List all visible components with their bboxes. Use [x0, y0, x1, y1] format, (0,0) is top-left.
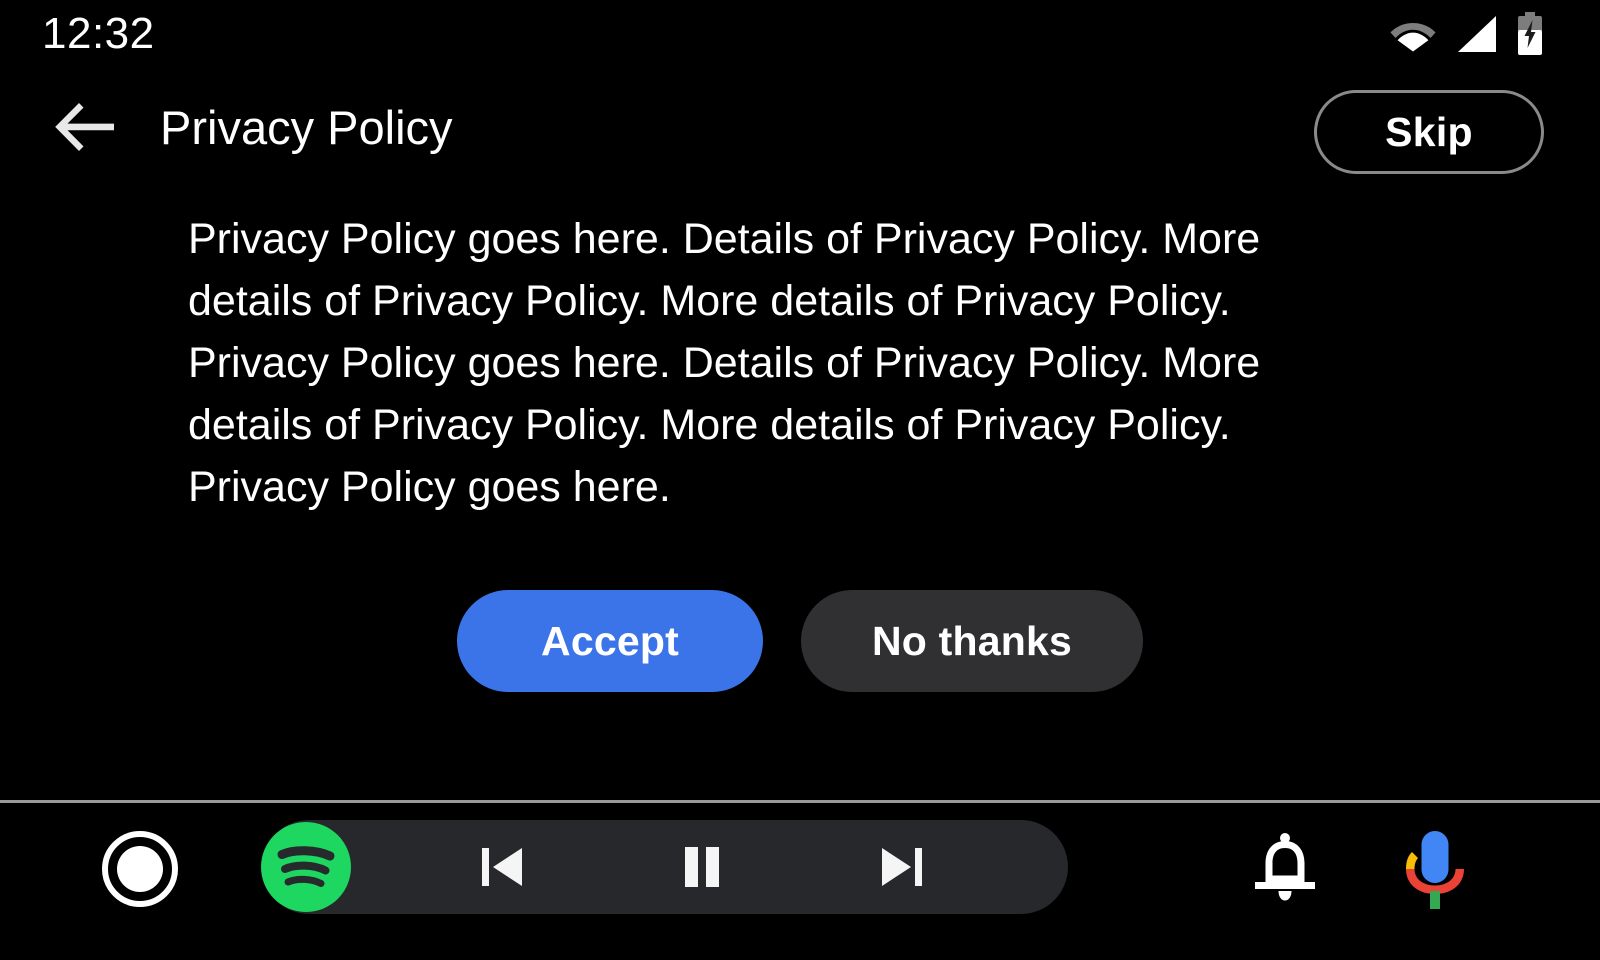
- google-assistant-mic-icon: [1406, 831, 1464, 909]
- bell-icon: [1255, 833, 1315, 901]
- assistant-button[interactable]: [1398, 825, 1472, 911]
- pause-icon: [685, 847, 719, 887]
- skip-button[interactable]: Skip: [1314, 90, 1544, 174]
- skip-previous-icon: [482, 848, 522, 886]
- skip-next-icon: [882, 848, 922, 886]
- page-title: Privacy Policy: [160, 101, 453, 154]
- arrow-left-icon: [55, 103, 114, 151]
- back-button[interactable]: [48, 90, 122, 164]
- android-auto-screen: 12:32 Privacy Policy Skip Privacy Policy…: [0, 0, 1600, 960]
- app-bar: Privacy Policy Skip: [0, 66, 1600, 192]
- previous-track-button[interactable]: [466, 831, 538, 903]
- status-clock: 12:32: [42, 9, 155, 58]
- cellular-signal-icon: [1458, 16, 1496, 52]
- status-bar: 12:32: [0, 0, 1600, 66]
- privacy-policy-text: Privacy Policy goes here. Details of Pri…: [188, 215, 1261, 511]
- wifi-icon: [1390, 23, 1436, 52]
- home-button[interactable]: [101, 830, 179, 908]
- nav-bar: [0, 803, 1600, 960]
- action-button-row: Accept No thanks: [0, 590, 1600, 692]
- status-icon-group: [1390, 12, 1544, 56]
- notifications-button[interactable]: [1245, 828, 1325, 908]
- spotify-app-icon[interactable]: [258, 819, 354, 915]
- no-thanks-button[interactable]: No thanks: [801, 590, 1143, 692]
- home-circle-icon: [102, 831, 178, 907]
- battery-charging-icon: [1518, 12, 1542, 55]
- accept-button[interactable]: Accept: [457, 590, 763, 692]
- pause-button[interactable]: [666, 831, 738, 903]
- content-area: Privacy Policy goes here. Details of Pri…: [0, 192, 1600, 801]
- media-control-pill: [261, 820, 1068, 914]
- next-track-button[interactable]: [866, 831, 938, 903]
